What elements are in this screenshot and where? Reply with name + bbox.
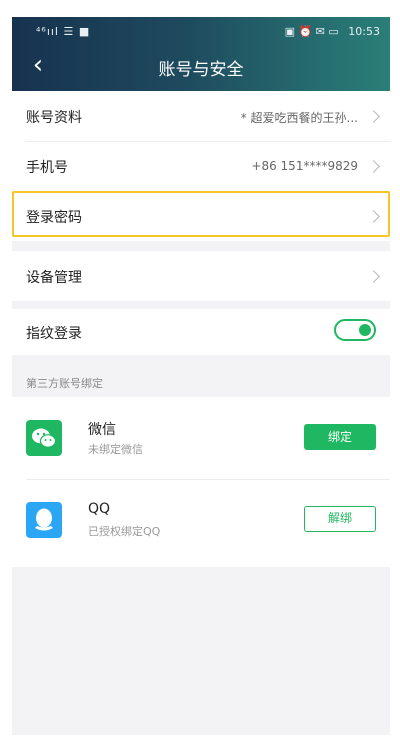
- fingerprint-label: 指纹登录: [26, 326, 82, 342]
- chevron-right-icon: [367, 160, 380, 173]
- header: ⁴⁶ııl ☰ ■ ▣ ⏰ ✉ ▭ 10:53 ‹ 账号与安全: [12, 17, 390, 91]
- third-party-group: 微信 未绑定微信 绑定 QQ 已授权绑定QQ 解绑: [12, 397, 390, 567]
- status-right: ▣ ⏰ ✉ ▭ 10:53: [279, 25, 380, 38]
- qq-status: 已授权绑定QQ: [88, 525, 161, 538]
- wechat-icon: [26, 420, 62, 456]
- signal-indicators: ⁴⁶ııl ☰ ■: [36, 25, 91, 38]
- row-profile[interactable]: 账号资料 * 超爱吃西餐的王孙...: [12, 91, 390, 141]
- profile-value: * 超爱吃西餐的王孙...: [240, 111, 358, 125]
- nav-bar: ‹ 账号与安全: [12, 47, 390, 87]
- chevron-right-icon: [367, 110, 380, 123]
- toggle-knob: [359, 324, 371, 336]
- qq-name: QQ: [88, 501, 111, 517]
- chevron-right-icon: [367, 270, 380, 283]
- row-qq: QQ 已授权绑定QQ 解绑: [12, 480, 390, 562]
- profile-label: 账号资料: [26, 110, 82, 126]
- phone-value: +86 151****9829: [251, 159, 358, 173]
- phone-frame: ⁴⁶ııl ☰ ■ ▣ ⏰ ✉ ▭ 10:53 ‹ 账号与安全 账号资料 * 超…: [0, 0, 400, 739]
- status-bar: ⁴⁶ııl ☰ ■ ▣ ⏰ ✉ ▭ 10:53: [12, 17, 390, 45]
- bind-wechat-button[interactable]: 绑定: [304, 424, 376, 450]
- qq-icon: [26, 502, 62, 538]
- section-heading: 第三方账号绑定: [26, 377, 103, 390]
- row-password[interactable]: 登录密码: [12, 192, 390, 241]
- row-wechat: 微信 未绑定微信 绑定: [12, 397, 390, 479]
- fingerprint-toggle[interactable]: [334, 319, 376, 341]
- clock: 10:53: [348, 25, 380, 38]
- status-icons: ▣ ⏰ ✉ ▭: [284, 25, 339, 38]
- wechat-status: 未绑定微信: [88, 443, 143, 456]
- chevron-right-icon: [367, 210, 380, 223]
- account-group: 账号资料 * 超爱吃西餐的王孙... 手机号 +86 151****9829 登…: [12, 91, 390, 241]
- phone-label: 手机号: [26, 160, 68, 176]
- page-title: 账号与安全: [158, 60, 244, 80]
- row-devices[interactable]: 设备管理: [12, 251, 390, 301]
- wechat-name: 微信: [88, 422, 116, 438]
- unbind-qq-button[interactable]: 解绑: [304, 506, 376, 532]
- screen: ⁴⁶ııl ☰ ■ ▣ ⏰ ✉ ▭ 10:53 ‹ 账号与安全 账号资料 * 超…: [12, 17, 390, 735]
- row-phone[interactable]: 手机号 +86 151****9829: [12, 142, 390, 191]
- devices-label: 设备管理: [26, 270, 82, 286]
- password-label: 登录密码: [26, 210, 82, 226]
- row-fingerprint: 指纹登录: [12, 309, 390, 355]
